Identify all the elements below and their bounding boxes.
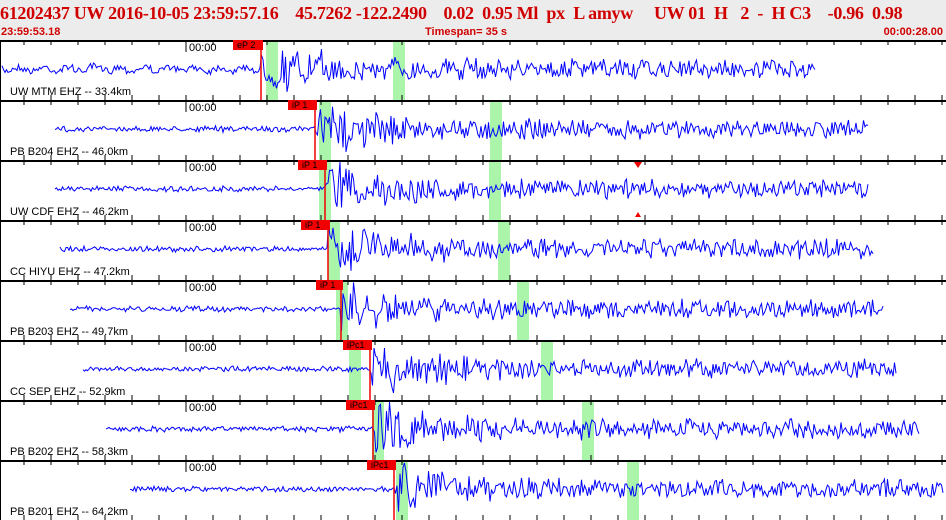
station-label: PB B201 EHZ -- 64.2km bbox=[10, 506, 128, 518]
station-label: UW CDF EHZ -- 46.2km bbox=[10, 206, 129, 218]
trace-panel[interactable]: UW CDF EHZ -- 46.2km 00:00 iP 1 bbox=[0, 160, 946, 220]
start-time: 23:59:53.18 bbox=[1, 26, 61, 38]
station-label: CC SEP EHZ -- 52.9km bbox=[10, 386, 126, 398]
trace-panel[interactable]: PB B202 EHZ -- 58.3km 00:00 iPc1 bbox=[0, 400, 946, 460]
amplitude-marker-icon bbox=[635, 212, 641, 217]
trace-panel[interactable]: CC SEP EHZ -- 52.9km 00:00 iPc1 bbox=[0, 340, 946, 400]
phase-pick-label[interactable]: iP 1 bbox=[288, 100, 317, 110]
seismogram bbox=[0, 160, 946, 220]
phase-pick-label[interactable]: iP 1 bbox=[298, 160, 327, 170]
zero-time-label: 00:00 bbox=[189, 282, 217, 294]
station-label: UW MTM EHZ -- 33.4km bbox=[10, 86, 131, 98]
zero-time-label: 00:00 bbox=[189, 342, 217, 354]
phase-window bbox=[266, 40, 278, 100]
station-label: CC HIYU EHZ -- 47.2km bbox=[10, 266, 130, 278]
timespan: Timespan= 35 s bbox=[425, 26, 508, 38]
phase-pick-label[interactable]: iP 1 bbox=[301, 220, 330, 230]
seismogram bbox=[0, 280, 946, 340]
waveform bbox=[129, 462, 944, 512]
seismogram bbox=[0, 400, 946, 460]
event-header: 61202437 UW 2016-10-05 23:59:57.16 45.72… bbox=[0, 0, 946, 40]
station-label: PB B202 EHZ -- 58.3km bbox=[10, 446, 128, 458]
zero-time-label: 00:00 bbox=[189, 222, 217, 234]
phase-pick-label[interactable]: eP 2 bbox=[233, 40, 263, 50]
zero-time-label: 00:00 bbox=[189, 402, 217, 414]
end-offset: 00:00:28.00 bbox=[883, 26, 943, 38]
trace-panel[interactable]: PB B203 EHZ -- 49.7km 00:00 iP 1 bbox=[0, 280, 946, 340]
seismogram bbox=[0, 340, 946, 400]
event-summary: 61202437 UW 2016-10-05 23:59:57.16 45.72… bbox=[0, 3, 903, 23]
zero-time-label: 00:00 bbox=[189, 42, 217, 54]
trace-panel[interactable]: PB B204 EHZ -- 46.0km 00:00 iP 1 bbox=[0, 100, 946, 160]
waveform bbox=[82, 347, 897, 394]
station-label: PB B204 EHZ -- 46.0km bbox=[10, 146, 128, 158]
trace-panel[interactable]: PB B201 EHZ -- 64.2km 00:00 iPc1 bbox=[0, 460, 946, 520]
seismogram bbox=[0, 40, 946, 100]
phase-window bbox=[541, 340, 553, 400]
seismogram bbox=[0, 220, 946, 280]
zero-time-label: 00:00 bbox=[189, 102, 217, 114]
phase-pick-label[interactable]: iP 1 bbox=[316, 280, 343, 290]
phase-pick-label[interactable]: iPc1 bbox=[343, 340, 372, 350]
seismogram bbox=[0, 460, 946, 520]
waveform bbox=[54, 106, 869, 152]
trace-panel[interactable]: UW MTM EHZ -- 33.4km 00:00 eP 2 bbox=[0, 40, 946, 100]
phase-window bbox=[319, 100, 331, 160]
amplitude-marker-icon bbox=[634, 162, 642, 168]
zero-time-label: 00:00 bbox=[189, 462, 217, 474]
phase-window bbox=[393, 40, 405, 100]
waveform bbox=[105, 401, 920, 453]
station-label: PB B203 EHZ -- 49.7km bbox=[10, 326, 128, 338]
phase-pick-label[interactable]: iPc1 bbox=[367, 460, 396, 470]
waveform bbox=[59, 224, 874, 271]
trace-panel[interactable]: CC HIYU EHZ -- 47.2km 00:00 iP 1 bbox=[0, 220, 946, 280]
waveform bbox=[54, 161, 869, 208]
seismogram bbox=[0, 100, 946, 160]
zero-time-label: 00:00 bbox=[189, 162, 217, 174]
phase-window bbox=[517, 280, 529, 340]
phase-pick-label[interactable]: iPc1 bbox=[346, 400, 375, 410]
